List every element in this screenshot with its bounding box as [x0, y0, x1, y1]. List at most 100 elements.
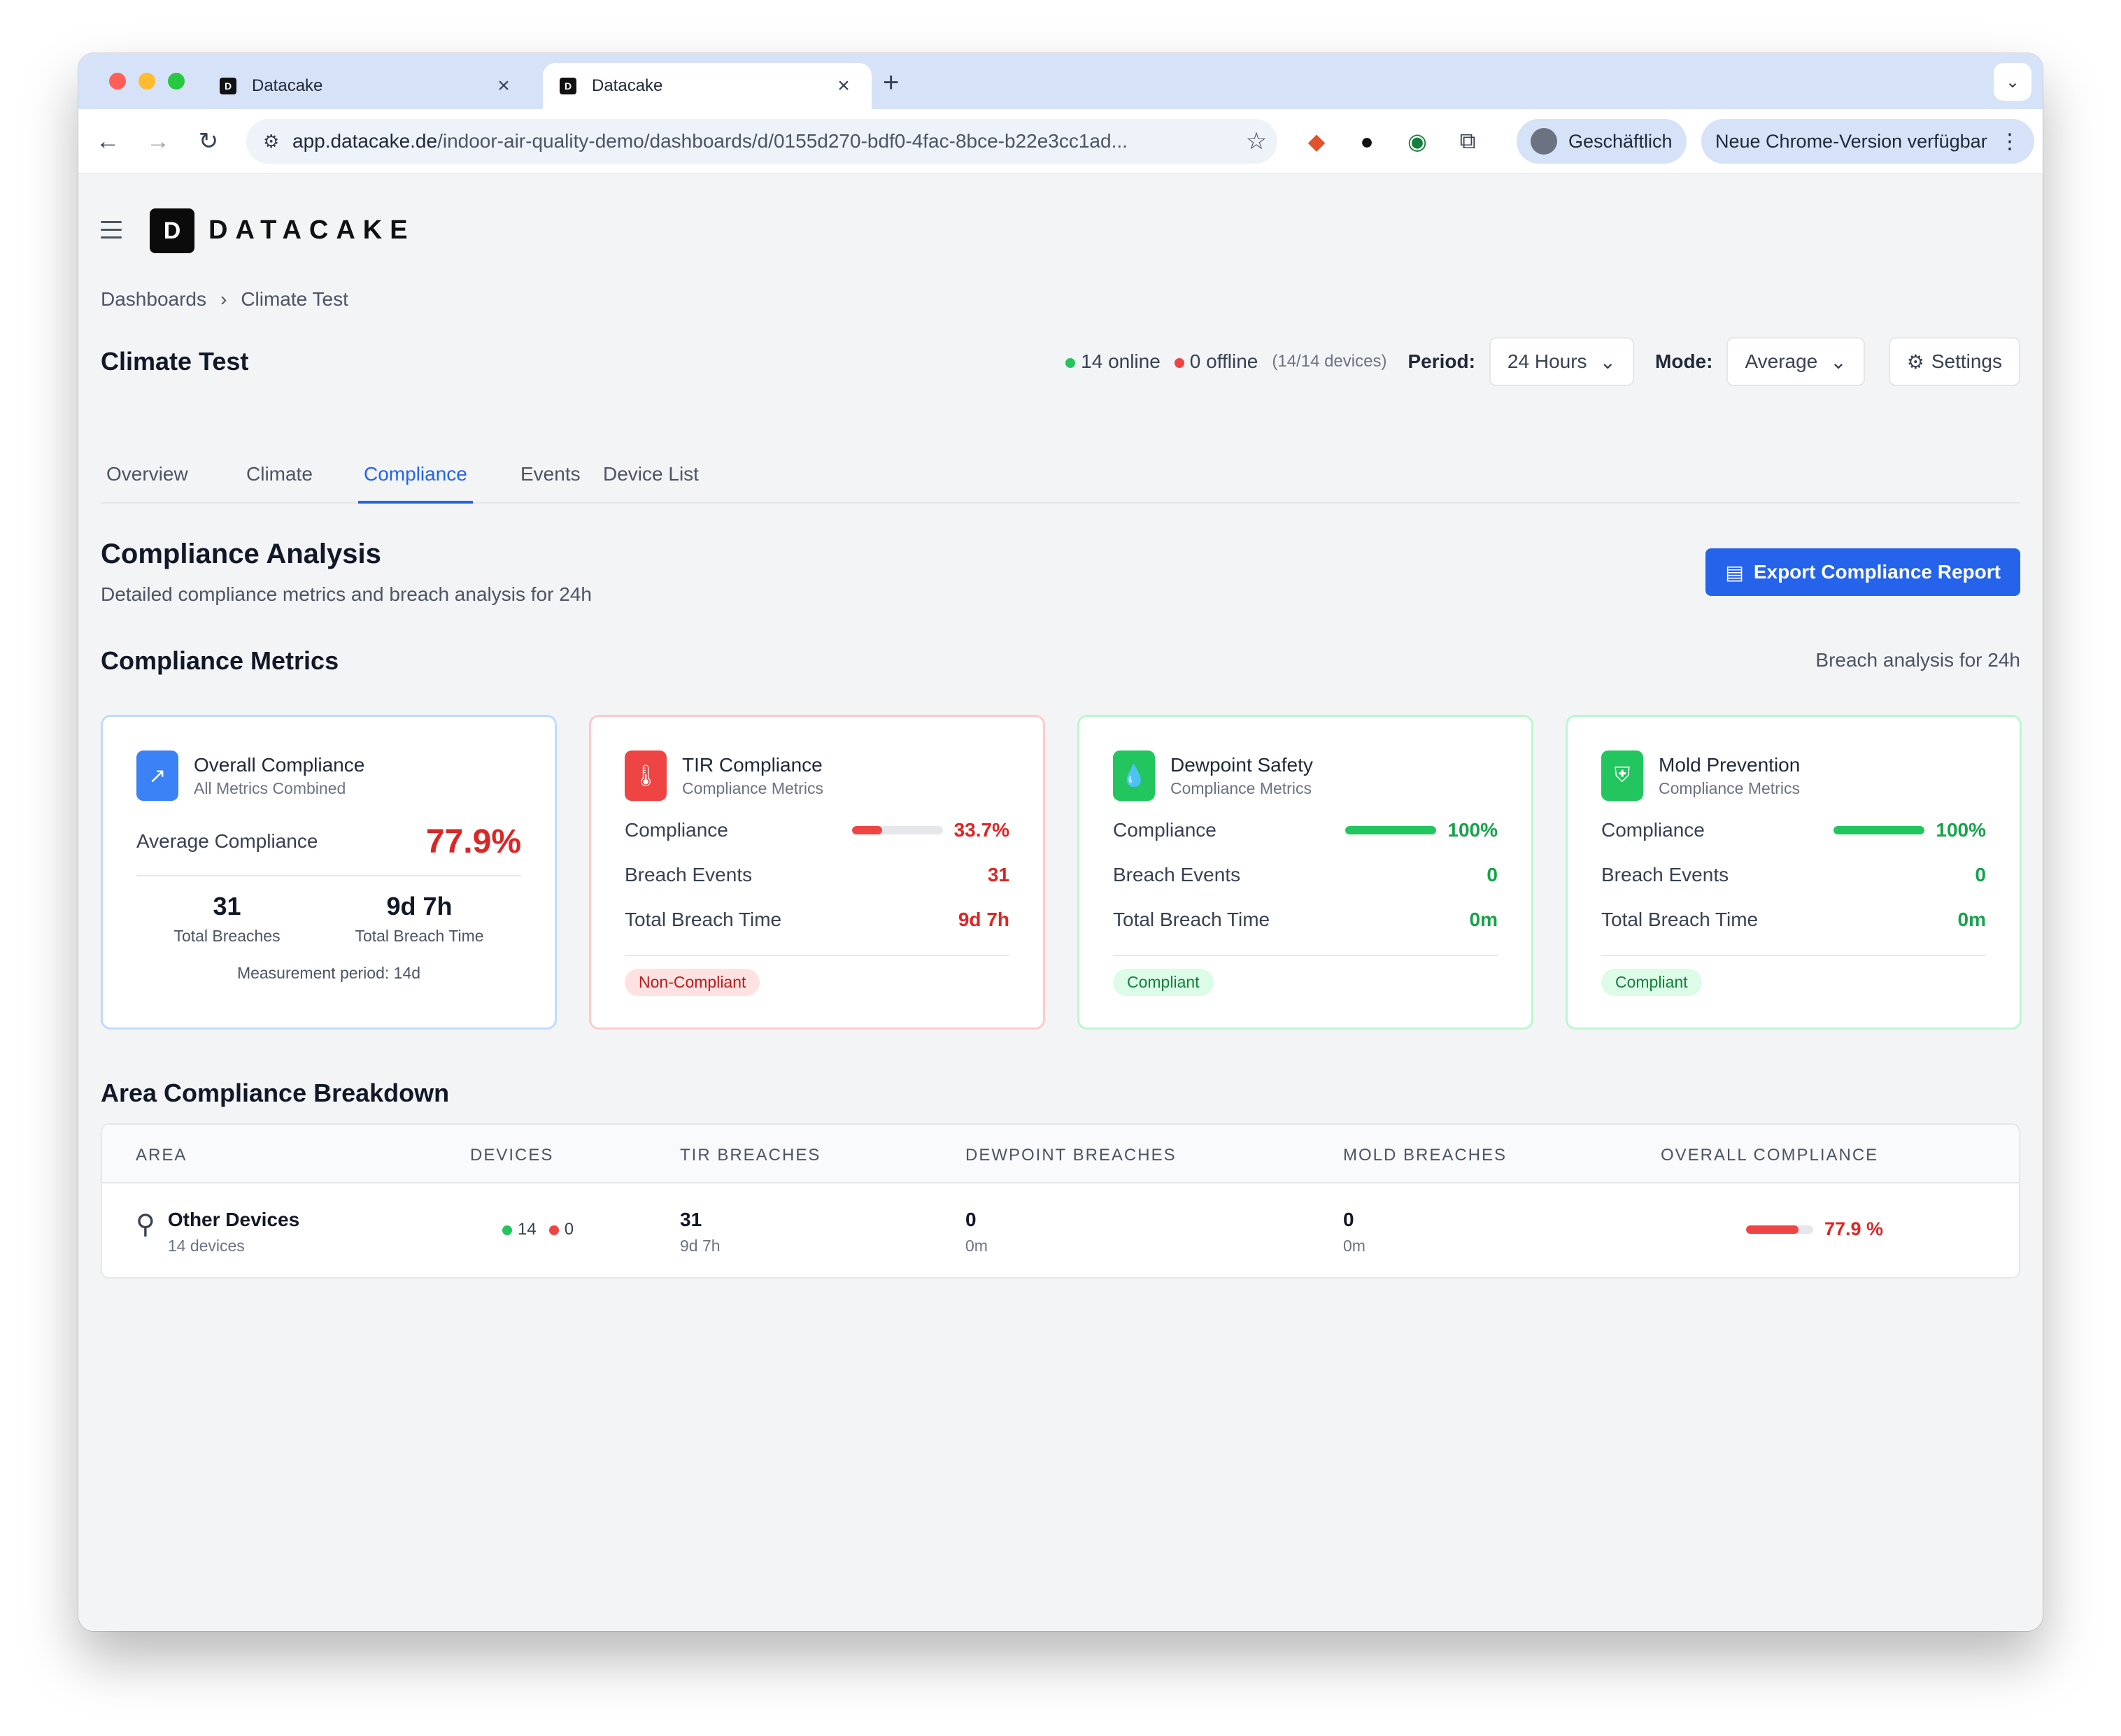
- microphone-icon[interactable]: ●: [1352, 126, 1382, 157]
- card-heading: Overall Compliance All Metrics Combined: [194, 754, 364, 798]
- dashboard-controls: 14 online 0 offline (14/14 devices) Peri…: [1065, 337, 2020, 386]
- area-compliance-table: AREA DEVICES TIR BREACHES DEWPOINT BREAC…: [101, 1123, 2020, 1279]
- compliance-value: 100%: [1936, 819, 1986, 841]
- compliance-meter: 33.7%: [851, 819, 1009, 841]
- breadcrumb-dashboards[interactable]: Dashboards: [101, 288, 206, 311]
- close-icon[interactable]: ×: [492, 74, 515, 98]
- trend-chart-icon: ↗: [136, 750, 178, 801]
- breakdown-title: Area Compliance Breakdown: [101, 1079, 450, 1107]
- table-row[interactable]: ⚲ Other Devices 14 devices 14 0 31 9d 7h…: [102, 1183, 2019, 1277]
- chevron-right-icon: ›: [220, 288, 227, 310]
- column-header-mold: MOLD BREACHES: [1343, 1146, 1508, 1165]
- card-title: TIR Compliance: [682, 753, 823, 776]
- breach-events-label: Breach Events: [625, 864, 753, 885]
- section-subtitle: Detailed compliance metrics and breach a…: [101, 583, 592, 605]
- location-pin-icon: ⚲: [136, 1210, 155, 1239]
- dashboard-tabs: Overview Climate Compliance Events Devic…: [101, 457, 2020, 504]
- datacake-favicon-icon: D: [560, 78, 576, 94]
- back-arrow-icon[interactable]: ←: [91, 124, 125, 158]
- dewpoint-cell: 0 0m: [965, 1209, 988, 1255]
- card-subtitle: Compliance Metrics: [682, 778, 823, 797]
- devices-cell: 14 0: [502, 1220, 574, 1239]
- tab-compliance[interactable]: Compliance: [358, 457, 473, 504]
- breach-time-label: Total Breach Time: [1601, 909, 1759, 930]
- compliance-value: 33.7%: [953, 819, 1009, 841]
- table-header: AREA DEVICES TIR BREACHES DEWPOINT BREAC…: [102, 1125, 2019, 1183]
- compliance-bar: [851, 826, 943, 834]
- export-report-button[interactable]: ▤ Export Compliance Report: [1705, 548, 2020, 596]
- tab-events[interactable]: Events: [515, 457, 586, 504]
- address-bar[interactable]: ⚙ app.datacake.de/indoor-air-quality-dem…: [246, 119, 1277, 164]
- mode-select[interactable]: Average ⌄: [1726, 337, 1865, 386]
- site-settings-icon[interactable]: ⚙: [263, 131, 292, 152]
- compliance-bar-fill: [851, 826, 883, 834]
- offline-dot-icon: [1174, 357, 1184, 368]
- url-text: app.datacake.de/indoor-air-quality-demo/…: [292, 130, 1235, 152]
- profile-button[interactable]: Geschäftlich: [1517, 119, 1687, 164]
- close-icon[interactable]: ×: [832, 74, 855, 98]
- overall-compliance-card: ↗ Overall Compliance All Metrics Combine…: [101, 715, 557, 1030]
- status-badge: Compliant: [1113, 969, 1214, 996]
- card-subtitle: Compliance Metrics: [1170, 778, 1312, 797]
- total-breach-time-label: Total Breach Time: [355, 927, 484, 945]
- bookmark-star-icon[interactable]: ☆: [1235, 127, 1277, 155]
- overall-bar-fill: [1746, 1225, 1799, 1234]
- breach-time-label: Total Breach Time: [1113, 909, 1270, 930]
- breadcrumb-current: Climate Test: [241, 288, 348, 310]
- breach-events-row: Breach Events 0: [1601, 853, 1986, 897]
- reload-icon[interactable]: ↻: [192, 124, 225, 158]
- new-tab-button[interactable]: +: [883, 67, 899, 99]
- compliance-label: Compliance: [1601, 819, 1705, 841]
- gear-icon: ⚙: [1906, 350, 1924, 373]
- breach-time-value: 0m: [1957, 909, 1986, 930]
- card-subtitle: Compliance Metrics: [1659, 778, 1800, 797]
- maximize-window-button[interactable]: [168, 73, 185, 90]
- offline-count: 0: [564, 1220, 574, 1239]
- extensions-puzzle-icon[interactable]: ⧉: [1452, 126, 1483, 157]
- dewpoint-breaches: 0: [965, 1209, 977, 1230]
- breach-events-row: Breach Events 31: [625, 853, 1009, 897]
- compliance-bar-fill: [1345, 826, 1437, 834]
- chrome-update-button[interactable]: Neue Chrome-Version verfügbar ⋮: [1701, 119, 2034, 164]
- devices-online: 14: [502, 1220, 537, 1239]
- metamask-extension-icon[interactable]: ◆: [1301, 126, 1332, 157]
- forward-arrow-icon[interactable]: →: [141, 124, 175, 158]
- grammarly-icon[interactable]: ◉: [1402, 126, 1433, 157]
- tab-climate[interactable]: Climate: [241, 457, 318, 504]
- breach-events-row: Breach Events 0: [1113, 853, 1498, 897]
- hamburger-menu-icon[interactable]: [101, 221, 122, 244]
- offline-text: 0 offline: [1189, 350, 1258, 372]
- card-title: Mold Prevention: [1659, 753, 1801, 776]
- total-breaches-label: Total Breaches: [173, 927, 281, 945]
- total-breaches-value: 31: [213, 892, 241, 920]
- browser-window: D Datacake × D Datacake × + ⌄ ← → ↻ ⚙ ap…: [78, 53, 2043, 1631]
- divider: [1601, 955, 1986, 956]
- tab-strip: D Datacake × D Datacake × + ⌄: [78, 53, 2043, 109]
- divider: [625, 955, 1009, 956]
- browser-tab-active[interactable]: D Datacake ×: [543, 63, 872, 109]
- column-header-tir: TIR BREACHES: [680, 1146, 821, 1165]
- minimize-window-button[interactable]: [139, 73, 155, 90]
- average-label: Average Compliance: [136, 830, 318, 852]
- tab-overview[interactable]: Overview: [101, 457, 194, 504]
- tab-device-list[interactable]: Device List: [597, 457, 704, 504]
- column-header-dewpoint: DEWPOINT BREACHES: [965, 1146, 1177, 1165]
- close-window-button[interactable]: [109, 73, 126, 90]
- area-name: Other Devices: [167, 1209, 300, 1230]
- update-label: Neue Chrome-Version verfügbar: [1715, 130, 1987, 152]
- divider: [1113, 955, 1498, 956]
- compliance-meter: 100%: [1833, 819, 1986, 841]
- datacake-logo-icon: D: [150, 208, 194, 253]
- tir-cell: 31 9d 7h: [680, 1209, 721, 1255]
- export-label: Export Compliance Report: [1753, 561, 2001, 583]
- breach-events-label: Breach Events: [1113, 864, 1241, 885]
- period-select[interactable]: 24 Hours ⌄: [1489, 337, 1635, 386]
- settings-label: Settings: [1931, 350, 2002, 372]
- settings-button[interactable]: ⚙ Settings: [1888, 337, 2020, 386]
- tir-compliance-card: 🌡 TIR Compliance Compliance Metrics Comp…: [589, 715, 1045, 1030]
- metrics-note: Breach analysis for 24h: [1815, 649, 2020, 671]
- browser-tab[interactable]: D Datacake ×: [203, 63, 532, 109]
- breach-time-value: 9d 7h: [958, 909, 1009, 930]
- chevron-down-icon[interactable]: ⌄: [1994, 63, 2031, 101]
- mode-label: Mode:: [1655, 350, 1713, 372]
